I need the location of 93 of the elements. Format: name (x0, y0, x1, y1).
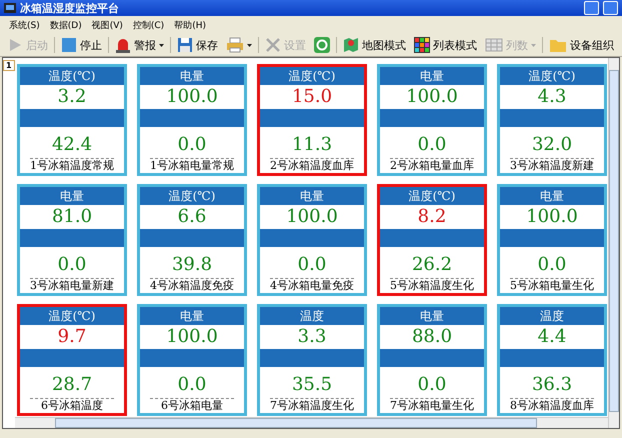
toolbar-button[interactable]: 停止 (58, 36, 105, 54)
reading-value: 100.0 (525, 205, 579, 229)
reading-value: 88.0 (410, 325, 454, 349)
minimize-button[interactable] (584, 1, 599, 15)
horizontal-scrollbar[interactable] (15, 417, 608, 428)
card-title: 温度(℃) (380, 187, 484, 205)
card-title: 电量 (380, 307, 484, 325)
sensor-label: 1号冰箱温度常规 (29, 159, 115, 173)
reading-value: 0.0 (176, 373, 208, 397)
menu-item[interactable]: 系统(S) (6, 18, 43, 32)
toolbar-button[interactable]: 列表模式 (411, 36, 480, 54)
card-title: 电量 (500, 187, 604, 205)
reading-value: 3.3 (296, 325, 328, 349)
caret-icon (531, 44, 536, 46)
reading-value: 100.0 (285, 205, 339, 229)
sensor-label: 3号冰箱电量新建 (29, 279, 115, 293)
card-title: 电量 (140, 67, 244, 85)
card-title: 温度 (500, 307, 604, 325)
toolbar-button[interactable]: 地图模式 (340, 36, 409, 54)
tools-icon (265, 37, 281, 53)
toolbar-button[interactable]: 设备组织 (546, 36, 617, 54)
card-title: 温度 (260, 307, 364, 325)
toolbar-button[interactable] (311, 36, 333, 54)
sensor-label: 5号冰箱电量生化 (509, 279, 595, 293)
reading-value: 100.0 (165, 325, 219, 349)
card-title: 温度(℃) (500, 67, 604, 85)
card-title: 电量 (140, 307, 244, 325)
caret-icon (247, 44, 252, 46)
reading-value: 8.2 (416, 205, 448, 229)
reading-value: 35.5 (290, 373, 334, 397)
toolbar-button[interactable]: 保存 (174, 36, 221, 54)
map-icon (343, 37, 359, 53)
card-title: 电量 (380, 67, 484, 85)
reading-value: 100.0 (165, 85, 219, 109)
reading-value: 28.7 (50, 373, 94, 397)
recycle-icon (314, 37, 330, 53)
sensor-label: 7号冰箱温度生化 (269, 399, 355, 413)
card-title: 温度(℃) (20, 307, 124, 325)
reading-value: 4.4 (536, 325, 568, 349)
vertical-scrollbar[interactable] (608, 58, 619, 428)
reading-value: 0.0 (536, 253, 568, 277)
reading-value: 100.0 (405, 85, 459, 109)
toolbar-button[interactable]: 警报 (112, 36, 167, 54)
reading-value: 3.2 (56, 85, 88, 109)
reading-value: 32.0 (530, 133, 574, 157)
reading-value: 9.7 (56, 325, 88, 349)
reading-value: 0.0 (416, 133, 448, 157)
save-icon (177, 37, 193, 53)
sensor-label: 8号冰箱温度血库 (509, 399, 595, 413)
reading-value: 42.4 (50, 133, 94, 157)
sensor-label: 1号冰箱电量常规 (149, 159, 235, 173)
reading-value: 81.0 (50, 205, 94, 229)
card-title: 温度(℃) (260, 67, 364, 85)
card-title: 温度(℃) (20, 67, 124, 85)
reading-value: 36.3 (530, 373, 574, 397)
sensor-label: 6号冰箱温度 (40, 399, 104, 413)
caret-icon (159, 44, 164, 46)
card-title: 电量 (20, 187, 124, 205)
sensor-label: 4号冰箱电量免疫 (269, 279, 355, 293)
reading-value: 15.0 (290, 85, 334, 109)
reading-value: 4.3 (536, 85, 568, 109)
table-icon (485, 37, 503, 53)
reading-value: 0.0 (56, 253, 88, 277)
card-title: 电量 (260, 187, 364, 205)
app-icon (4, 3, 16, 13)
menu-item[interactable]: 数据(D) (46, 18, 85, 32)
reading-value: 6.6 (176, 205, 208, 229)
reading-value: 0.0 (416, 373, 448, 397)
reading-value: 26.2 (410, 253, 454, 277)
sensor-label: 2号冰箱电量血库 (389, 159, 475, 173)
menu-item[interactable]: 帮助(H) (171, 18, 209, 32)
sensor-label: 2号冰箱温度血库 (269, 159, 355, 173)
siren-icon (115, 37, 131, 53)
card-title: 温度(℃) (140, 187, 244, 205)
printer-icon (226, 37, 244, 53)
play-icon (7, 37, 23, 53)
sensor-label: 4号冰箱温度免疫 (149, 279, 235, 293)
sensor-label: 3号冰箱温度新建 (509, 159, 595, 173)
sensor-label: 5号冰箱温度生化 (389, 279, 475, 293)
stop-icon (61, 37, 77, 53)
grid-icon (414, 37, 430, 53)
reading-value: 0.0 (296, 253, 328, 277)
reading-value: 39.8 (170, 253, 214, 277)
reading-value: 0.0 (176, 133, 208, 157)
page-tab[interactable]: 1 (3, 60, 15, 71)
sensor-label: 7号冰箱电量生化 (389, 399, 475, 413)
sensor-label: 6号冰箱电量 (160, 399, 224, 413)
window-title: 冰箱温湿度监控平台 (20, 0, 120, 16)
menu-item[interactable]: 控制(C) (130, 18, 168, 32)
reading-value: 11.3 (290, 133, 334, 157)
menu-item[interactable]: 视图(V) (88, 18, 126, 32)
folder-icon (549, 37, 567, 53)
maximize-button[interactable] (603, 1, 618, 15)
